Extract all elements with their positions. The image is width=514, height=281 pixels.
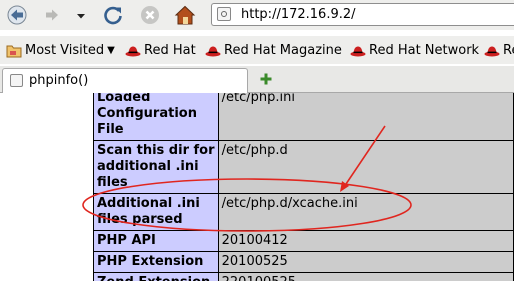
phpinfo-value: /etc/php.d/xcache.ini — [217, 193, 514, 231]
phpinfo-key-line: Scan this dir for — [97, 143, 215, 158]
new-tab-button[interactable] — [259, 71, 273, 85]
stop-icon — [141, 6, 159, 24]
phpinfo-key-line: additional .ini — [97, 159, 199, 174]
phpinfo-key-line: Zend Extension — [97, 275, 215, 281]
home-button[interactable] — [173, 3, 197, 27]
tab-title: phpinfo() — [29, 73, 89, 88]
tab-phpinfo[interactable]: phpinfo() — [2, 68, 248, 93]
tab-strip: phpinfo() — [0, 66, 514, 93]
forward-button[interactable] — [40, 3, 64, 27]
phpinfo-key: PHP Extension — [93, 251, 219, 273]
plus-icon — [260, 73, 272, 85]
phpinfo-key: Zend Extension — [93, 272, 219, 281]
phpinfo-value: 20100412 — [217, 230, 514, 252]
page-icon — [10, 74, 23, 87]
history-dropdown-button[interactable] — [73, 3, 89, 27]
red-hat-icon — [205, 46, 221, 57]
reload-icon — [104, 6, 122, 25]
navigation-toolbar: http://172.16.9.2/ — [0, 0, 514, 30]
phpinfo-row: Additional .ini files parsed/etc/php.d/xc… — [93, 193, 514, 231]
phpinfo-key-line: Configuration — [97, 106, 197, 121]
phpinfo-table: Loaded Configuration File/etc/php.ini Scan … — [93, 93, 514, 281]
bookmark-label: Re — [503, 43, 514, 58]
bookmark-label: Red Hat — [144, 43, 196, 58]
phpinfo-key: Scan this dir for additional .ini files — [93, 140, 219, 194]
back-button[interactable] — [5, 3, 29, 27]
phpinfo-key-line: File — [97, 122, 124, 137]
red-hat-icon — [350, 46, 366, 57]
chevron-down-icon — [77, 14, 85, 19]
phpinfo-value: /etc/php.ini — [217, 93, 514, 141]
red-hat-icon — [125, 46, 141, 57]
phpinfo-row: PHP Extension 20100525 — [93, 251, 514, 273]
bookmark-red-hat[interactable]: Red Hat — [125, 42, 196, 59]
phpinfo-key-line: files parsed — [97, 212, 183, 227]
stop-button[interactable] — [138, 3, 162, 27]
bookmark-truncated[interactable]: Re — [484, 42, 514, 59]
phpinfo-value: /etc/php.d — [217, 140, 514, 194]
bookmark-red-hat-network[interactable]: Red Hat Network — [350, 42, 479, 59]
phpinfo-value: 220100525 — [217, 272, 514, 281]
phpinfo-key-line: files — [97, 175, 128, 190]
home-icon — [174, 5, 196, 25]
forward-arrow-icon — [46, 9, 58, 21]
bookmark-label: Red Hat Network — [369, 43, 480, 58]
bookmark-most-visited[interactable]: Most Visited ▼ — [6, 42, 115, 59]
site-identity-icon[interactable] — [217, 7, 231, 21]
bookmark-label: Most Visited — [25, 43, 105, 58]
page-content: Loaded Configuration File/etc/php.ini Scan … — [0, 93, 514, 281]
bookmark-label: Red Hat Magazine — [224, 43, 342, 58]
phpinfo-key: Loaded Configuration File — [93, 93, 219, 141]
phpinfo-value: 20100525 — [217, 251, 514, 273]
reload-button[interactable] — [101, 3, 125, 27]
bookmarks-toolbar: Most Visited ▼ Red Hat Red Hat Magazine … — [0, 36, 514, 64]
phpinfo-row: PHP API 20100412 — [93, 230, 514, 252]
back-arrow-icon — [7, 5, 27, 25]
red-hat-icon — [484, 46, 500, 57]
phpinfo-key-line: PHP Extension — [97, 254, 204, 269]
bookmark-red-hat-magazine[interactable]: Red Hat Magazine — [205, 42, 342, 59]
phpinfo-row: Scan this dir for additional .ini files/et… — [93, 140, 514, 194]
address-bar[interactable]: http://172.16.9.2/ — [211, 3, 514, 26]
phpinfo-key-line: Additional .ini — [97, 196, 200, 211]
phpinfo-row: Loaded Configuration File/etc/php.ini — [93, 93, 514, 141]
phpinfo-key: PHP API — [93, 230, 219, 252]
phpinfo-key-line: Loaded — [97, 93, 151, 105]
address-url[interactable]: http://172.16.9.2/ — [241, 7, 356, 22]
chevron-down-icon: ▼ — [107, 45, 115, 56]
phpinfo-row: Zend Extension220100525 — [93, 272, 514, 281]
phpinfo-key: Additional .ini files parsed — [93, 193, 219, 231]
phpinfo-key-line: PHP API — [97, 233, 156, 248]
bookmark-folder-icon — [6, 45, 22, 58]
